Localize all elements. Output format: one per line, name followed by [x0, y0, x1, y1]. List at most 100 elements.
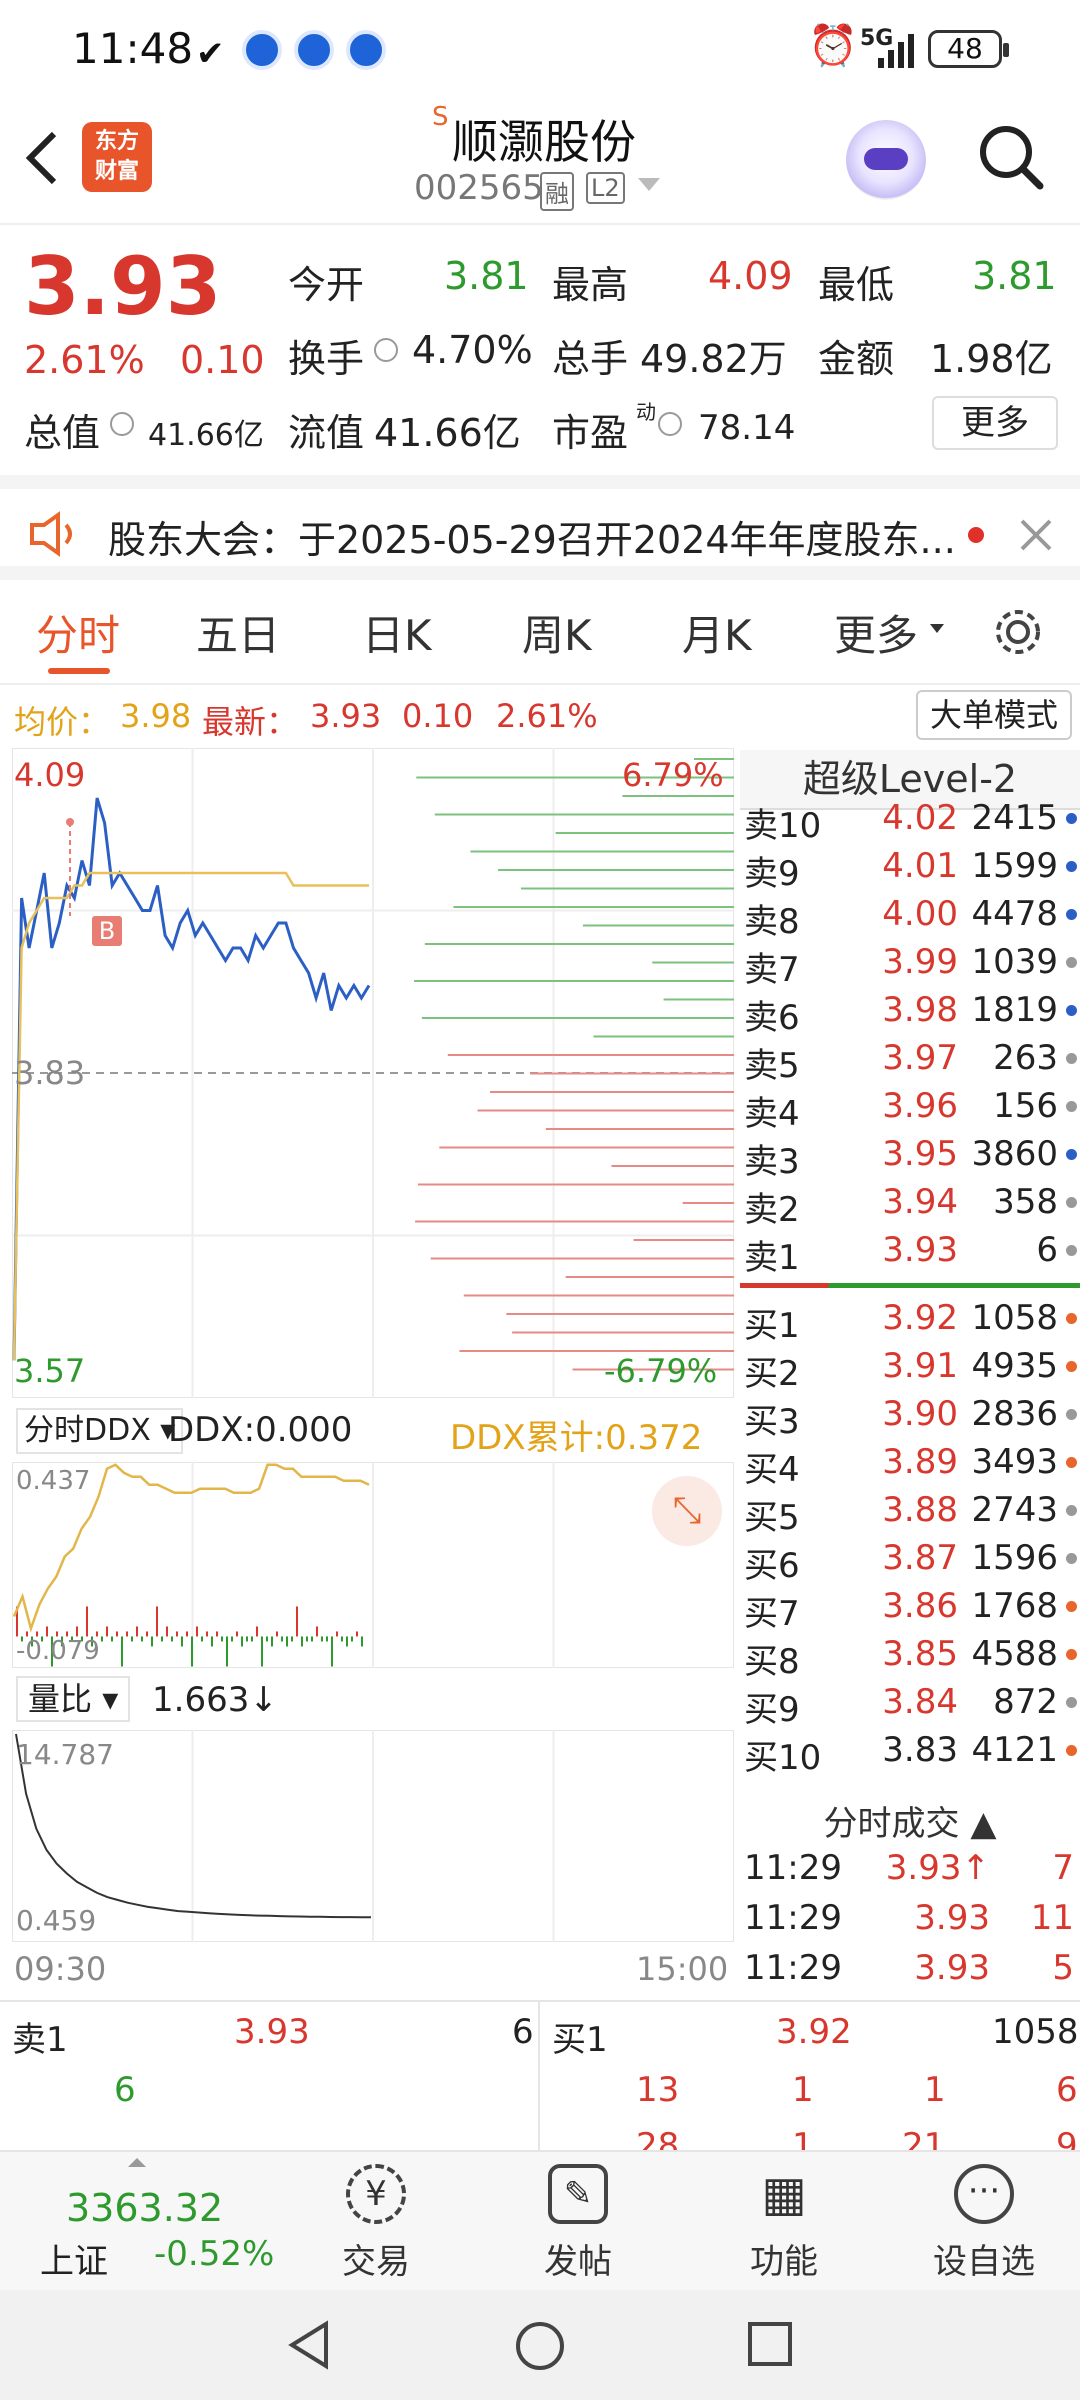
nav-post[interactable]: ✎ 发帖: [508, 2164, 648, 2283]
level-label: 买3: [744, 1402, 800, 1442]
ddx-bar: [226, 1636, 228, 1667]
ddx-bar: [76, 1626, 78, 1637]
buy-marker[interactable]: B: [92, 916, 122, 946]
info-icon[interactable]: [110, 412, 134, 436]
more-quote-button[interactable]: 更多: [932, 396, 1058, 450]
ask-row[interactable]: 卖9 4.01 1599: [740, 842, 1080, 894]
bid-row[interactable]: 买10 3.83 4121: [740, 1726, 1080, 1778]
unread-dot: [968, 527, 984, 543]
tab-monthly-k[interactable]: 月K: [682, 602, 752, 663]
bid-row[interactable]: 买9 3.84 872: [740, 1678, 1080, 1730]
pe-sup: 动: [636, 400, 656, 424]
big-order-mode-button[interactable]: 大单模式: [916, 690, 1072, 740]
depth-bar: [593, 1035, 734, 1038]
period-tabs: 分时 五日 日K 周K 月K 更多: [0, 580, 1080, 685]
bid-row[interactable]: 买4 3.89 3493: [740, 1438, 1080, 1490]
recents-square-icon[interactable]: [746, 2320, 794, 2368]
level-volume: 4478: [971, 894, 1058, 934]
intraday-chart[interactable]: [12, 748, 734, 1398]
close-icon[interactable]: [1018, 517, 1054, 553]
bid-row[interactable]: 买1 3.92 1058: [740, 1294, 1080, 1346]
level-volume: 4935: [971, 1346, 1058, 1386]
ask-row[interactable]: 卖3 3.95 3860: [740, 1130, 1080, 1182]
ddx-selector[interactable]: 分时DDX ▾: [16, 1408, 184, 1454]
pct-value: 2.61%: [496, 697, 598, 735]
tab-more[interactable]: 更多: [834, 602, 918, 663]
level-volume: 6: [1036, 1230, 1058, 1270]
depth-bar: [582, 924, 734, 927]
bid-row[interactable]: 买2 3.91 4935: [740, 1342, 1080, 1394]
ask-row[interactable]: 卖8 4.00 4478: [740, 890, 1080, 942]
chevron-down-icon[interactable]: [638, 178, 660, 191]
ask-row[interactable]: 卖4 3.96 156: [740, 1082, 1080, 1134]
ask-row[interactable]: 卖6 3.98 1819: [740, 986, 1080, 1038]
eastmoney-logo: 东方 财富: [82, 122, 152, 192]
index-widget[interactable]: 3363.32 上证 -0.52%: [0, 2152, 300, 2292]
open-label: 今开: [288, 263, 365, 307]
ask-row[interactable]: 卖10 4.02 2415: [740, 794, 1080, 846]
expand-icon[interactable]: ⤡: [652, 1476, 722, 1546]
volume-ratio-selector[interactable]: 量比 ▾: [16, 1676, 131, 1722]
assistant-avatar[interactable]: [846, 120, 926, 200]
info-icon[interactable]: [658, 412, 682, 436]
level-dot: [1066, 1457, 1077, 1468]
home-circle-icon[interactable]: [514, 2320, 566, 2372]
nav-watchlist[interactable]: ··· 设自选: [914, 2164, 1054, 2283]
ask-row[interactable]: 卖1 3.93 6: [740, 1226, 1080, 1278]
depth-bar: [520, 887, 734, 890]
more-dots-icon: ···: [954, 2164, 1014, 2224]
level-dot: [1066, 1197, 1077, 1208]
ddx-bar: [216, 1631, 218, 1637]
level-dot: [1066, 957, 1077, 968]
bid-row[interactable]: 买8 3.85 4588: [740, 1630, 1080, 1682]
depth-bar: [439, 1146, 734, 1149]
high-value: 4.09: [708, 254, 793, 298]
bid-row[interactable]: 买3 3.90 2836: [740, 1390, 1080, 1442]
level-volume: 4121: [971, 1730, 1058, 1770]
last-price: 3.93: [24, 240, 222, 333]
ticks-title[interactable]: 分时成交 ▲: [740, 1796, 1080, 1845]
level-label: 卖5: [744, 1046, 800, 1086]
queue-bid-label: 买1: [552, 2020, 608, 2060]
ddx-bar: [181, 1636, 183, 1647]
queue-bid-item: 6: [1056, 2070, 1078, 2110]
level-label: 买9: [744, 1690, 800, 1730]
depth-bar: [530, 1072, 734, 1075]
ddx-bar: [251, 1636, 253, 1642]
chevron-down-icon: [930, 624, 944, 633]
ask-row[interactable]: 卖2 3.94 358: [740, 1178, 1080, 1230]
orderbook-divider: [740, 1283, 1080, 1288]
info-icon[interactable]: [374, 338, 398, 362]
ddx-bar: [141, 1636, 143, 1642]
queue-ask-vol: 6: [512, 2012, 534, 2052]
level-dot: [1066, 909, 1077, 920]
rong-badge: 融: [540, 172, 574, 211]
ddx-bar: [46, 1626, 48, 1637]
depth-bar: [477, 1109, 734, 1112]
back-arrow-icon[interactable]: [22, 128, 62, 188]
tab-daily-k[interactable]: 日K: [362, 602, 432, 663]
ask-row[interactable]: 卖5 3.97 263: [740, 1034, 1080, 1086]
gear-icon[interactable]: [990, 604, 1046, 660]
level-dot: [1066, 1361, 1077, 1372]
ratio-max-label: 14.787: [16, 1738, 114, 1771]
pct-min-label: -6.79%: [604, 1352, 718, 1390]
x-end-label: 15:00: [636, 1950, 729, 1988]
tab-five-day[interactable]: 五日: [196, 602, 280, 663]
bid-row[interactable]: 买7 3.86 1768: [740, 1582, 1080, 1634]
tab-weekly-k[interactable]: 周K: [522, 602, 592, 663]
depth-bar: [682, 1202, 734, 1204]
level-label: 买4: [744, 1450, 800, 1490]
level-label: 买7: [744, 1594, 800, 1634]
nav-trade[interactable]: ¥ 交易: [306, 2164, 446, 2283]
level-label: 卖9: [744, 854, 800, 894]
ask-row[interactable]: 卖7 3.99 1039: [740, 938, 1080, 990]
ddx-bar: [271, 1636, 273, 1647]
tab-intraday[interactable]: 分时: [36, 602, 120, 663]
bid-row[interactable]: 买6 3.87 1596: [740, 1534, 1080, 1586]
search-icon[interactable]: [976, 122, 1046, 192]
announcement-bar[interactable]: 股东大会：于2025-05-29召开2024年年度股东...: [0, 475, 1080, 580]
nav-functions[interactable]: ▦ 功能: [714, 2164, 854, 2283]
bid-row[interactable]: 买5 3.88 2743: [740, 1486, 1080, 1538]
back-triangle-icon[interactable]: [284, 2320, 334, 2370]
